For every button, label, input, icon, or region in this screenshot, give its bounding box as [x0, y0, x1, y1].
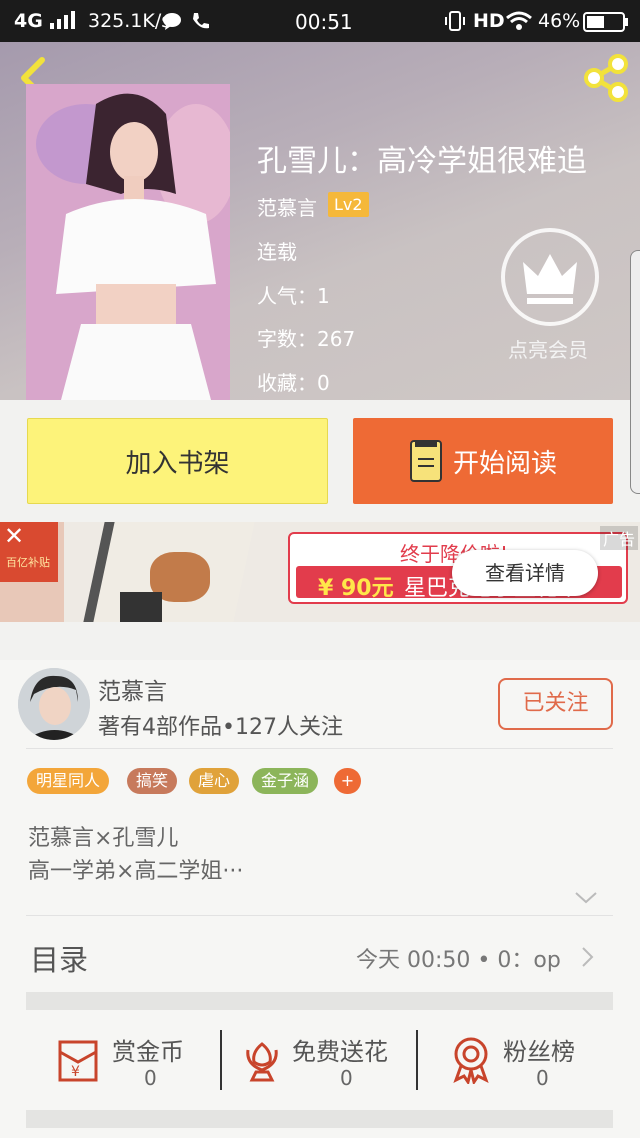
author-avatar[interactable]: [18, 668, 90, 740]
vibrate-icon: [444, 11, 466, 36]
share-icon: [584, 54, 628, 102]
author-name[interactable]: 范慕言: [98, 672, 167, 706]
add-to-shelf-label: 加入书架: [125, 448, 230, 479]
toc-latest: 今天 00:50 • 0：op: [356, 948, 561, 973]
follow-button[interactable]: 已关注: [498, 678, 613, 730]
vip-button[interactable]: [501, 228, 599, 326]
vip-label: 点亮会员: [508, 338, 588, 362]
tag-item[interactable]: 明星同人: [27, 768, 110, 794]
close-ad-icon[interactable]: ✕: [4, 524, 24, 548]
intro-line-2: 高一学弟×高二学姐···: [28, 859, 244, 884]
divider: [416, 1030, 418, 1090]
divider: [26, 748, 613, 749]
stat-label: 赏金币: [112, 1038, 184, 1066]
expand-intro-button[interactable]: [574, 890, 598, 910]
battery-icon: [583, 12, 629, 37]
message-icon: [162, 12, 182, 35]
stat-value: 0: [144, 1066, 157, 1090]
stat-label: 免费送花: [292, 1038, 388, 1066]
tag-item[interactable]: 搞笑: [127, 768, 178, 794]
call-icon: [190, 11, 210, 36]
medal-icon: [448, 1034, 494, 1088]
toc-label: 目录: [30, 943, 89, 977]
status-bar: 4G 325.1K/s 00:51 HD 46%: [0, 0, 640, 42]
ad-detail-button[interactable]: 查看详情: [452, 550, 598, 596]
section-separator: [26, 992, 613, 1010]
cover-illustration: [26, 84, 230, 400]
tag-item[interactable]: 金子涵: [252, 768, 319, 794]
network-type: 4G: [14, 10, 43, 32]
signal-icon: [50, 11, 76, 34]
stat-value: 0: [536, 1066, 549, 1090]
author-meta: 著有4部作品•127人关注: [98, 715, 343, 740]
hd-indicator: HD: [473, 10, 505, 32]
wifi-icon: [506, 11, 532, 36]
favorites-count: 收藏：0: [257, 371, 330, 395]
side-drawer-handle[interactable]: [630, 250, 640, 494]
ad-app-name: 百亿补贴: [6, 556, 50, 569]
avatar-image: [18, 668, 90, 740]
start-reading-label: 开始阅读: [452, 448, 557, 479]
divider: [220, 1030, 222, 1090]
add-tag-button[interactable]: +: [334, 768, 361, 794]
svg-text:¥: ¥: [71, 1064, 80, 1080]
serial-status: 连载: [257, 240, 297, 264]
book-title: 孔雪儿：高冷学姐很难追: [257, 144, 587, 179]
battery-percent: 46%: [538, 10, 581, 32]
intro-line-1: 范慕言×孔雪儿: [28, 826, 179, 851]
book-cover[interactable]: [26, 84, 230, 400]
share-button[interactable]: [580, 52, 632, 104]
net-speed: 325.1K/s: [88, 10, 172, 32]
stat-value: 0: [340, 1066, 353, 1090]
chevron-right-icon: [581, 946, 595, 972]
ad-price: ¥ 90元: [318, 576, 394, 601]
book-icon: [409, 440, 442, 482]
tag-item[interactable]: 虐心: [189, 768, 240, 794]
divider: [26, 915, 613, 916]
start-reading-button[interactable]: 开始阅读: [353, 418, 613, 504]
word-count: 字数：267: [257, 327, 356, 351]
crown-icon: [523, 254, 577, 304]
flower-icon: [240, 1036, 284, 1088]
chevron-down-icon: [575, 892, 597, 904]
ad-banner[interactable]: 百亿补贴 ✕ 终于降价啦! ¥ 90元 星巴克电子生花卡 查看详情 广告: [0, 522, 640, 622]
add-to-shelf-button[interactable]: 加入书架: [27, 418, 328, 504]
ad-label: 广告: [600, 526, 639, 550]
clock: 00:51: [295, 10, 353, 34]
red-envelope-icon: ¥: [54, 1036, 104, 1088]
author-link[interactable]: 范慕言: [257, 192, 317, 221]
ad-qr-image: [120, 592, 162, 622]
popularity: 人气：1: [257, 284, 330, 308]
stat-label: 粉丝榜: [503, 1038, 575, 1066]
author-level-badge: Lv2: [328, 192, 369, 217]
section-separator: [26, 1110, 613, 1128]
